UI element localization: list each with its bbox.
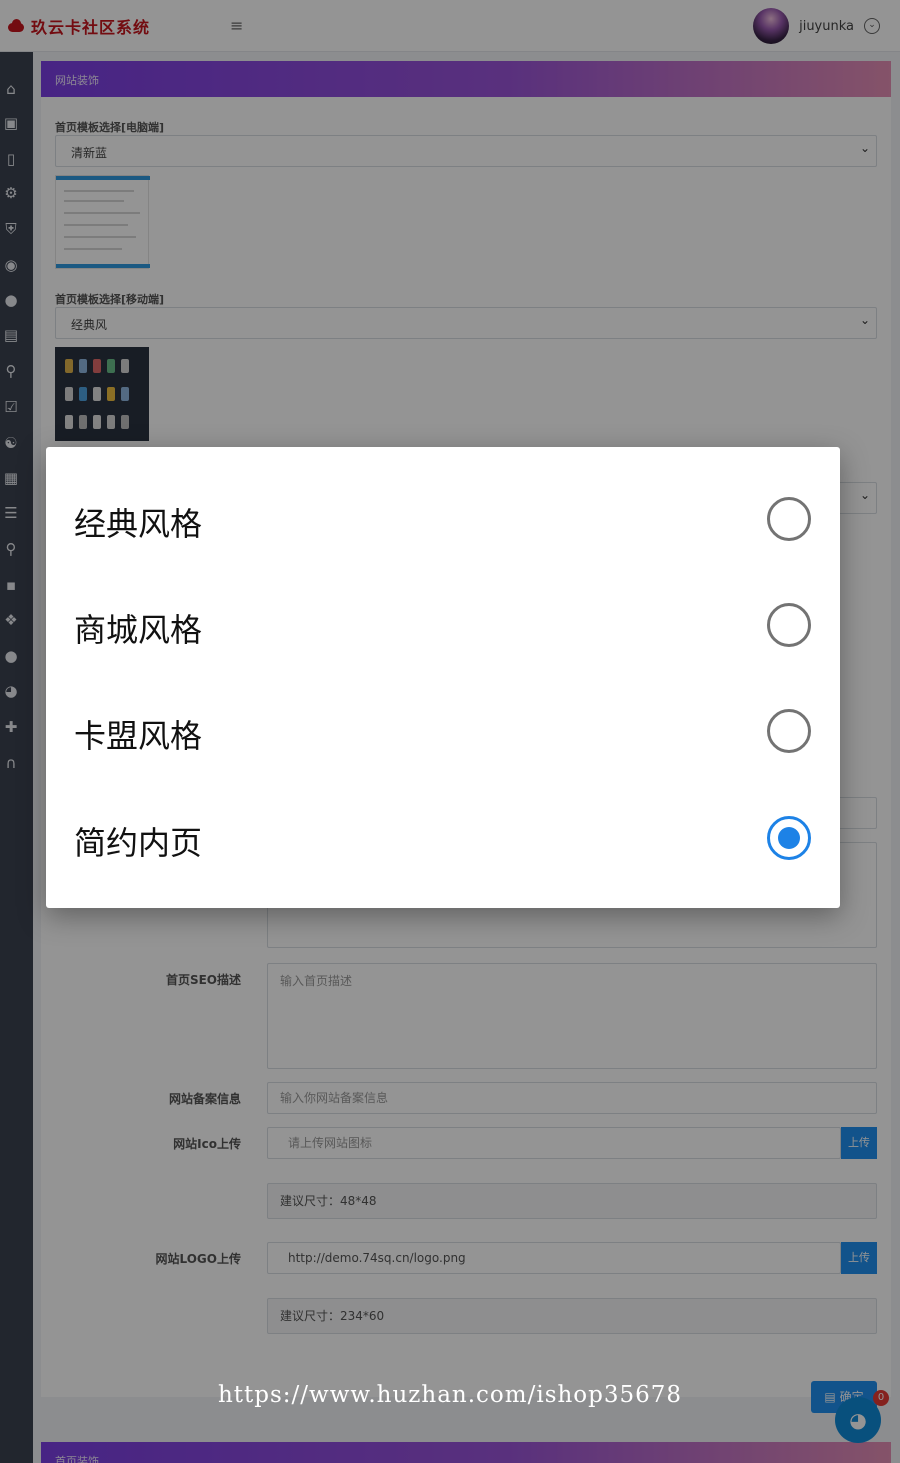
watermark-text: https://www.huzhan.com/ishop35678 — [217, 1382, 683, 1408]
radio-checked-icon[interactable] — [767, 816, 811, 860]
option-mall[interactable]: 商城风格 — [46, 571, 840, 677]
option-kameng[interactable]: 卡盟风格 — [46, 677, 840, 783]
option-label: 经典风格 — [74, 505, 203, 543]
template-style-dialog: 经典风格 商城风格 卡盟风格 简约内页 — [46, 447, 840, 908]
radio-unchecked-icon[interactable] — [767, 709, 811, 753]
radio-unchecked-icon[interactable] — [767, 497, 811, 541]
option-label: 商城风格 — [74, 611, 203, 649]
radio-unchecked-icon[interactable] — [767, 603, 811, 647]
option-label: 卡盟风格 — [74, 717, 203, 755]
option-classic[interactable]: 经典风格 — [46, 465, 840, 571]
option-label: 简约内页 — [74, 824, 203, 862]
option-minimal[interactable]: 简约内页 — [46, 784, 840, 890]
